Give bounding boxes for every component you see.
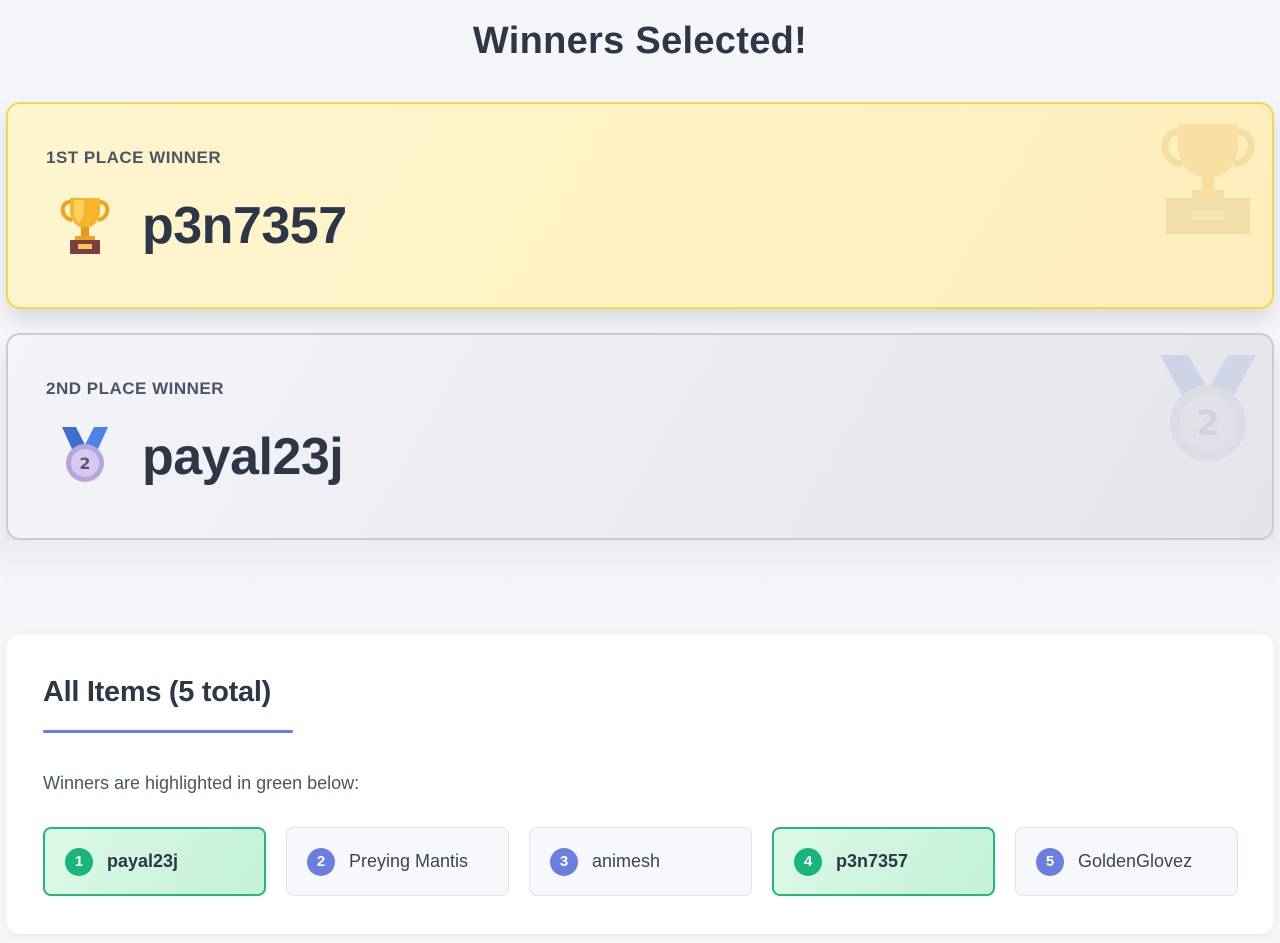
item-name: animesh (592, 851, 661, 871)
card-shadow-band (6, 540, 1274, 588)
item-chip-2[interactable]: 2 Preying Mantis (286, 827, 509, 896)
second-place-name: payal23j (142, 428, 344, 486)
svg-text:2: 2 (79, 454, 90, 473)
medal-watermark-icon: 2 (1158, 349, 1258, 469)
all-items-subtitle: Winners are highlighted in green below: (43, 773, 360, 793)
item-name: Preying Mantis (349, 851, 469, 871)
trophy-icon (58, 194, 112, 256)
trophy-watermark-icon (1158, 118, 1258, 238)
title-underline (43, 730, 293, 733)
item-number-badge: 4 (794, 847, 822, 876)
item-name: p3n7357 (836, 851, 909, 871)
second-place-card: 2nd Place Winner 2 payal23j 2 (6, 333, 1274, 540)
items-list: 1 payal23j 2 Preying Mantis 3 animesh 4 … (43, 827, 1238, 896)
first-place-name: p3n7357 (142, 197, 347, 255)
second-place-medal-icon: 2 (58, 425, 112, 487)
svg-text:2: 2 (1196, 404, 1220, 444)
first-place-label: 1st Place Winner (46, 148, 222, 167)
second-place-label: 2nd Place Winner (46, 379, 225, 398)
first-place-card: 1st Place Winner p3n7357 (6, 102, 1274, 309)
item-chip-3[interactable]: 3 animesh (529, 827, 752, 896)
item-number-badge: 2 (307, 847, 335, 876)
item-name: payal23j (107, 851, 179, 871)
item-number-badge: 3 (550, 847, 578, 876)
item-name: GoldenGlovez (1078, 851, 1193, 871)
item-number-badge: 5 (1036, 847, 1064, 876)
item-chip-4[interactable]: 4 p3n7357 (772, 827, 995, 896)
item-chip-1[interactable]: 1 payal23j (43, 827, 266, 896)
all-items-title: All Items (5 total) (43, 676, 271, 708)
item-number-badge: 1 (65, 847, 93, 876)
item-chip-5[interactable]: 5 GoldenGlovez (1015, 827, 1238, 896)
page-title: Winners Selected! (472, 20, 808, 62)
all-items-panel: All Items (5 total) Winners are highligh… (6, 634, 1274, 934)
